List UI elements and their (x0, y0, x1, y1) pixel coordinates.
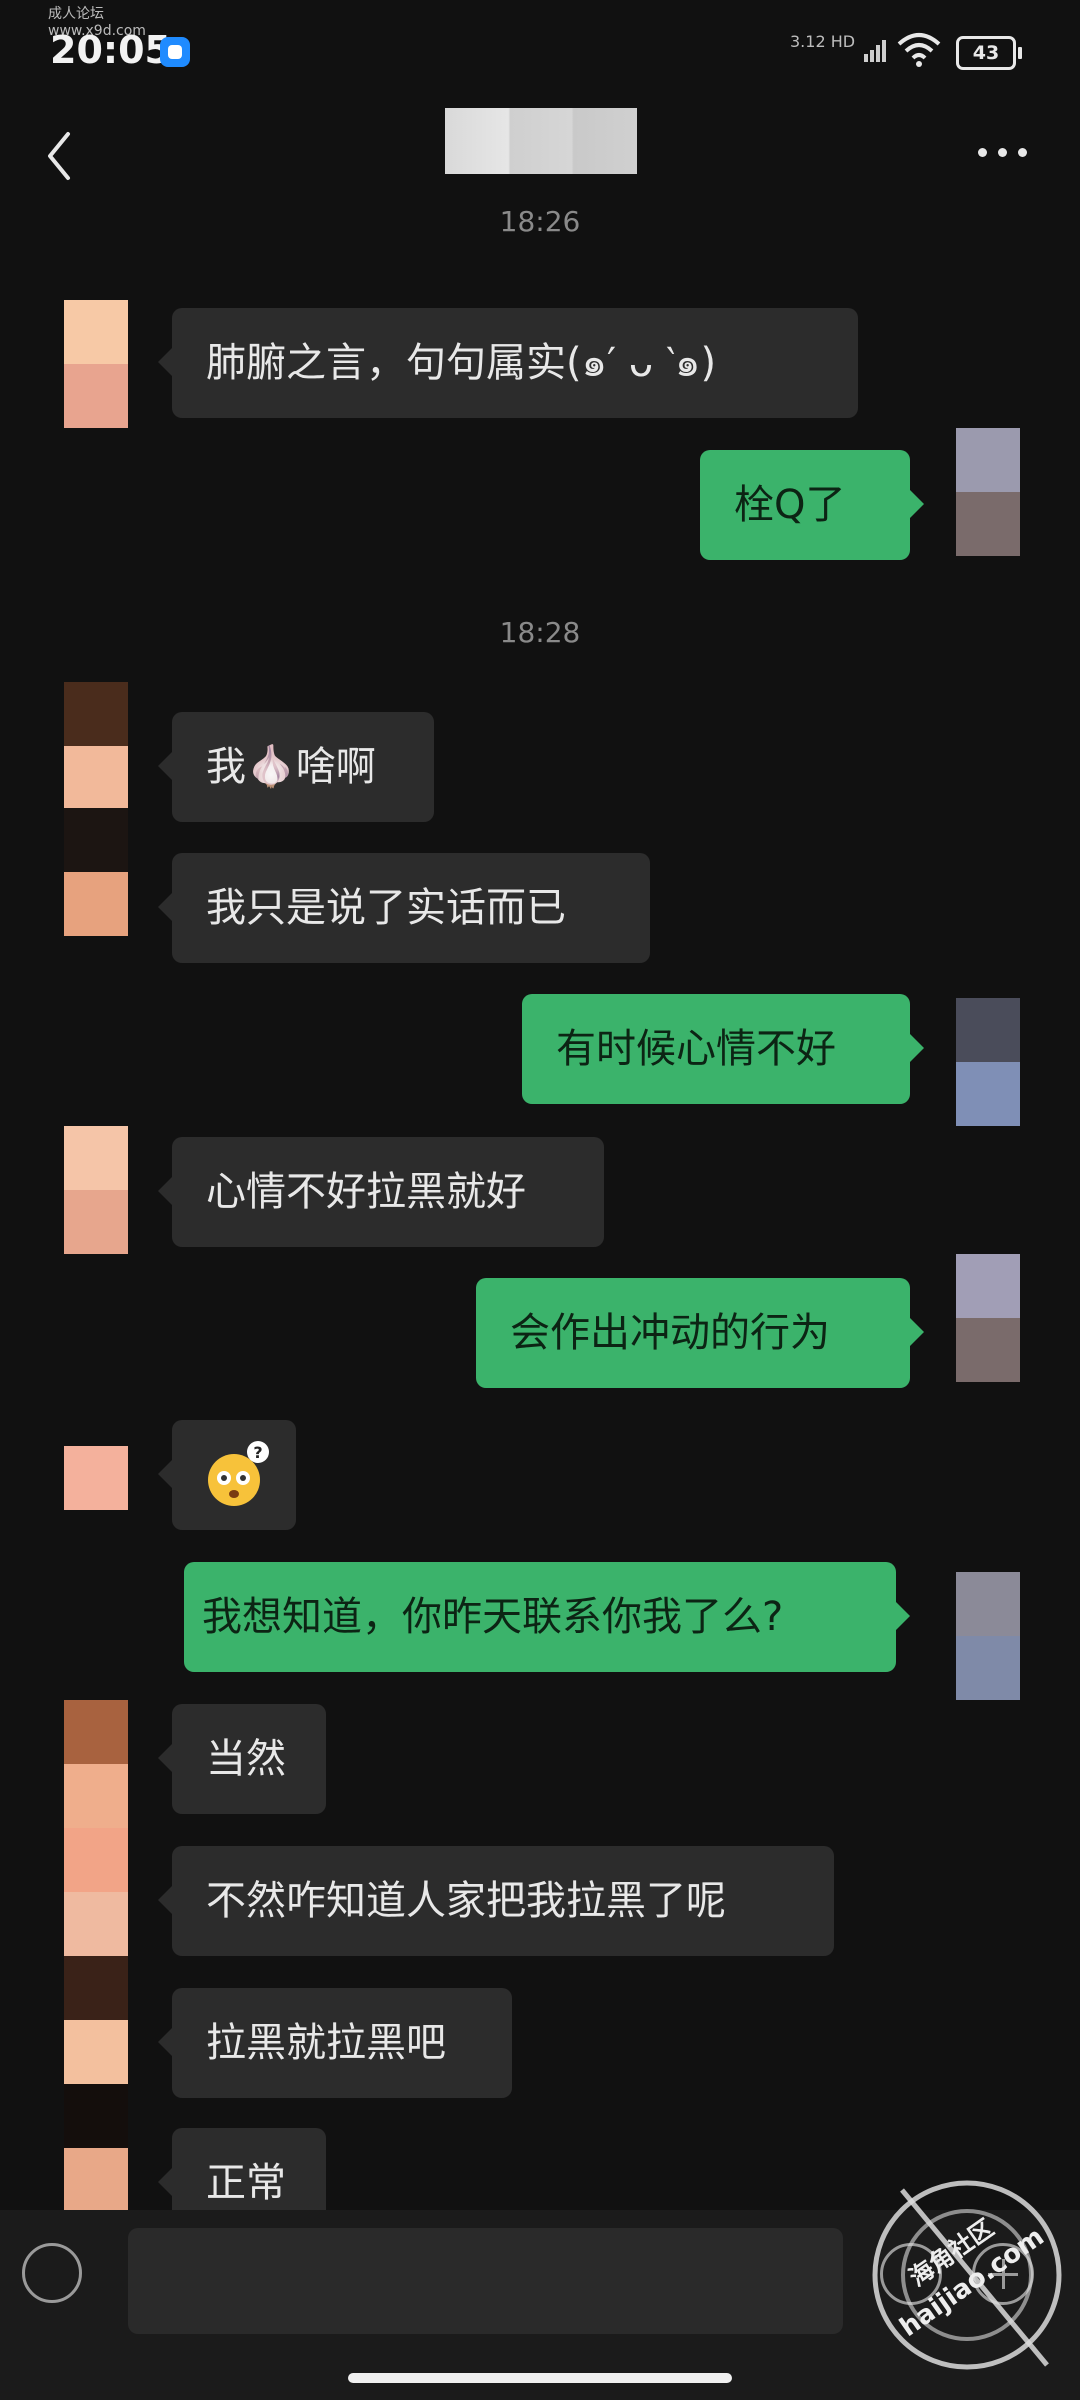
contact-avatar[interactable] (64, 682, 128, 810)
my-avatar[interactable] (956, 1254, 1020, 1382)
contact-avatar[interactable] (64, 1382, 128, 1510)
watermark-logo: 海角社区 haijiao.com (872, 2180, 1062, 2370)
contact-avatar[interactable] (64, 1700, 128, 1828)
contact-avatar[interactable] (64, 300, 128, 428)
contact-avatar[interactable] (64, 2084, 128, 2212)
wifi-icon (897, 33, 941, 67)
network-speed: 3.12 HD (790, 32, 855, 51)
battery-indicator: 43 (956, 36, 1022, 70)
contact-name-redacted (445, 108, 637, 174)
svg-text:?: ? (253, 1443, 262, 1462)
time-divider: 18:26 (499, 205, 581, 238)
my-avatar[interactable] (956, 1572, 1020, 1700)
more-options-icon[interactable] (978, 148, 1028, 160)
signal-icon (864, 40, 886, 62)
top-watermark-line1: 成人论坛 (48, 6, 104, 22)
message-bubble-incoming[interactable]: 我只是说了实话而已 (158, 853, 650, 963)
app-notification-icon (160, 37, 190, 67)
time-divider: 18:28 (499, 616, 581, 649)
my-avatar[interactable] (956, 428, 1020, 556)
message-bubble-incoming[interactable]: 我🧄啥啊 (158, 712, 434, 822)
home-indicator[interactable] (348, 2373, 732, 2383)
message-bubble-incoming[interactable]: 当然 (158, 1704, 326, 1814)
message-bubble-incoming[interactable]: 不然咋知道人家把我拉黑了呢 (158, 1846, 834, 1956)
message-bubble-outgoing[interactable]: 会作出冲动的行为 (476, 1278, 924, 1388)
message-bubble-outgoing[interactable]: 栓Q了 (700, 450, 924, 560)
message-bubble-incoming[interactable]: 拉黑就拉黑吧 (158, 1988, 512, 2098)
contact-avatar[interactable] (64, 1956, 128, 2084)
voice-input-icon[interactable] (22, 2243, 82, 2303)
back-arrow-icon[interactable] (40, 128, 80, 184)
my-avatar[interactable] (956, 998, 1020, 1126)
confused-face-sticker-icon: ? (208, 1441, 269, 1506)
contact-avatar[interactable] (64, 1126, 128, 1254)
message-bubble-outgoing[interactable]: 有时候心情不好 (522, 994, 924, 1104)
message-bubble-incoming[interactable]: 肺腑之言，句句属实(๑′ ᴗ ‵๑) (158, 308, 858, 418)
message-bubble-incoming[interactable]: 心情不好拉黑就好 (158, 1137, 604, 1247)
contact-avatar[interactable] (64, 808, 128, 936)
message-bubble-incoming[interactable]: ? (158, 1420, 296, 1530)
message-input[interactable] (128, 2228, 843, 2334)
network-speed-value: 3.12 (790, 32, 826, 51)
message-bubble-outgoing[interactable]: 我想知道，你昨天联系你我了么? (184, 1562, 910, 1672)
network-type: HD (830, 32, 856, 51)
status-time: 20:05 (50, 28, 171, 72)
contact-avatar[interactable] (64, 1828, 128, 1956)
